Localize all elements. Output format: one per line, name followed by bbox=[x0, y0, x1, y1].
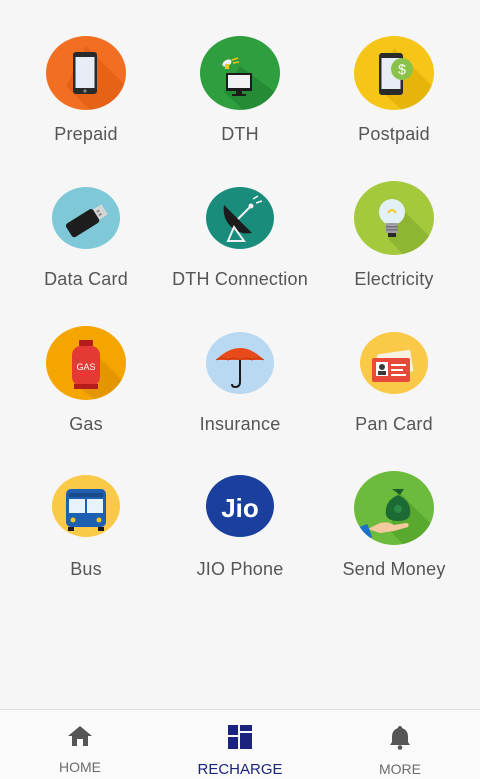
nav-home[interactable]: HOME bbox=[0, 710, 160, 779]
tile-pan-card[interactable]: Pan Card bbox=[314, 290, 474, 435]
tile-label: Data Card bbox=[44, 269, 128, 289]
id-card-icon bbox=[360, 332, 428, 394]
tile-label: Electricity bbox=[354, 269, 434, 289]
svg-text:$: $ bbox=[398, 61, 406, 77]
mobile-phone-icon bbox=[46, 36, 126, 110]
home-icon bbox=[66, 724, 94, 753]
tile-jio-phone[interactable]: Jio JIO Phone bbox=[160, 435, 320, 580]
tile-label: Pan Card bbox=[355, 414, 433, 434]
tile-postpaid[interactable]: $ Postpaid bbox=[314, 0, 474, 145]
jio-logo-text: Jio bbox=[221, 493, 259, 523]
satellite-tv-icon bbox=[200, 36, 280, 110]
nav-label: RECHARGE bbox=[197, 761, 283, 778]
bottom-navigation: HOME RECHARGE MORE bbox=[0, 709, 480, 779]
money-bag-icon bbox=[354, 471, 434, 545]
gas-cylinder-icon: GAS bbox=[46, 326, 126, 400]
tile-data-card[interactable]: Data Card bbox=[6, 145, 166, 290]
tile-label: Bus bbox=[70, 559, 102, 579]
tile-label: Send Money bbox=[342, 559, 446, 579]
tile-send-money[interactable]: Send Money bbox=[314, 435, 474, 580]
nav-label: MORE bbox=[379, 761, 421, 777]
bell-icon bbox=[388, 724, 412, 755]
tile-label: Insurance bbox=[199, 414, 281, 434]
tile-gas[interactable]: GAS Gas bbox=[6, 290, 166, 435]
nav-recharge[interactable]: RECHARGE bbox=[160, 710, 320, 779]
tile-label: Prepaid bbox=[54, 124, 118, 144]
light-bulb-icon bbox=[354, 181, 434, 255]
tile-dth[interactable]: DTH bbox=[160, 0, 320, 145]
bus-icon bbox=[52, 475, 120, 537]
tile-bus[interactable]: Bus bbox=[6, 435, 166, 580]
tile-label: Postpaid bbox=[358, 124, 430, 144]
nav-label: HOME bbox=[59, 759, 101, 775]
gas-label: GAS bbox=[76, 362, 95, 372]
tile-prepaid[interactable]: Prepaid bbox=[6, 0, 166, 145]
grid-icon bbox=[227, 724, 253, 755]
nav-more[interactable]: MORE bbox=[320, 710, 480, 779]
tile-label: Gas bbox=[69, 414, 103, 434]
tile-label: DTH Connection bbox=[172, 269, 308, 289]
tile-insurance[interactable]: Insurance bbox=[160, 290, 320, 435]
umbrella-icon bbox=[206, 332, 274, 394]
tile-dth-connection[interactable]: DTH Connection bbox=[160, 145, 320, 290]
phone-bill-icon: $ bbox=[354, 36, 434, 110]
tile-label: DTH bbox=[221, 124, 259, 144]
satellite-dish-icon bbox=[206, 187, 274, 249]
tile-electricity[interactable]: Electricity bbox=[314, 145, 474, 290]
tile-label: JIO Phone bbox=[196, 559, 284, 579]
jio-logo-icon: Jio bbox=[206, 475, 274, 537]
usb-dongle-icon bbox=[52, 187, 120, 249]
